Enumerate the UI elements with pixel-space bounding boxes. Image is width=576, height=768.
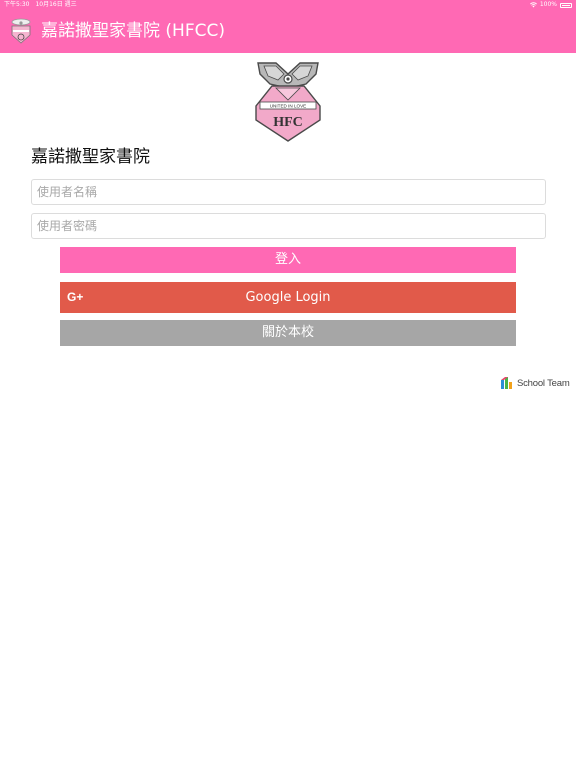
about-school-label: 關於本校	[261, 325, 314, 340]
school-crest-logo: UNITED IN LOVE HFC	[255, 62, 321, 142]
status-right-group: 100%	[529, 0, 572, 10]
status-bar: 下午5:30 10月16日 週三 100%	[0, 0, 576, 10]
school-logo-icon	[11, 18, 31, 44]
google-login-label: Google Login	[245, 290, 331, 305]
username-input[interactable]	[31, 179, 546, 205]
google-login-button[interactable]: G+ Google Login	[60, 282, 516, 313]
google-plus-icon: G+	[67, 290, 84, 304]
battery-icon	[560, 2, 572, 8]
app-bar: 嘉諾撒聖家書院 (HFCC)	[0, 10, 576, 53]
school-team-brand: School Team	[500, 376, 570, 390]
login-button[interactable]: 登入	[60, 247, 516, 273]
about-school-button[interactable]: 關於本校	[60, 320, 516, 346]
school-team-text: School Team	[517, 377, 570, 389]
login-button-label: 登入	[274, 252, 301, 267]
battery-percent: 100%	[539, 1, 557, 8]
school-name-heading: 嘉諾撒聖家書院	[31, 147, 150, 167]
school-team-logo-icon	[501, 377, 512, 389]
password-input[interactable]	[31, 213, 546, 239]
app-title: 嘉諾撒聖家書院 (HFCC)	[41, 21, 225, 41]
wifi-icon	[529, 2, 537, 8]
crest-motto: UNITED IN LOVE	[270, 104, 307, 109]
status-time-date: 下午5:30 10月16日 週三	[4, 1, 77, 8]
crest-monogram: HFC	[273, 115, 303, 130]
